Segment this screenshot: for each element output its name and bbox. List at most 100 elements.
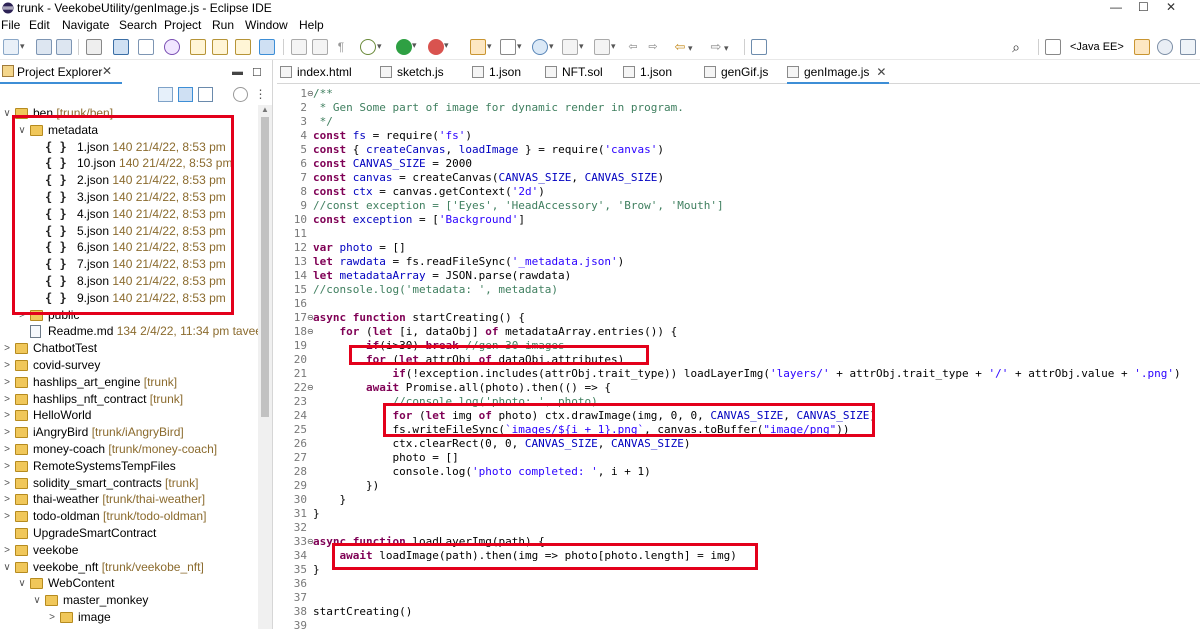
editor-tab[interactable]: 1.json [472, 60, 532, 84]
debug-run-icon[interactable] [360, 39, 382, 55]
expand-icon[interactable]: > [47, 609, 57, 626]
code-line[interactable]: const { createCanvas, loadImage } = requ… [313, 143, 664, 157]
collapse-icon[interactable]: ∨ [17, 575, 27, 592]
next-annotation-icon[interactable] [562, 39, 584, 55]
editor-tab[interactable]: genImage.js ✕ [787, 60, 889, 84]
tree-item[interactable]: > RemoteSystemsTempFiles [0, 458, 258, 475]
expand-icon[interactable]: > [2, 458, 12, 475]
server-icon[interactable] [164, 39, 180, 55]
expand-icon[interactable]: > [2, 508, 12, 525]
expand-icon[interactable]: > [2, 391, 12, 408]
git-icon[interactable] [1157, 39, 1173, 55]
menu-help[interactable]: Help [299, 17, 324, 33]
close-window-button[interactable]: ✕ [1166, 0, 1176, 14]
collapse-all-icon[interactable] [158, 87, 173, 102]
open-type-icon[interactable] [190, 39, 206, 55]
last-edit-icon[interactable]: ⇦ [625, 39, 641, 55]
view-menu-icon[interactable]: ⋮ [253, 87, 268, 102]
forward-icon[interactable]: ⇨ [708, 39, 729, 56]
tree-item[interactable]: ∨ master_monkey [0, 592, 258, 609]
pilcrow-icon[interactable]: ¶ [333, 39, 349, 55]
menu-search[interactable]: Search [119, 17, 157, 33]
new-icon[interactable] [3, 39, 25, 55]
expand-icon[interactable]: > [2, 491, 12, 508]
block-select-icon[interactable] [291, 39, 307, 55]
prev-annotation-icon[interactable] [594, 39, 616, 55]
expand-icon[interactable]: > [2, 407, 12, 424]
save-all-icon[interactable] [56, 39, 72, 55]
expand-icon[interactable]: > [2, 441, 12, 458]
focus-icon[interactable] [233, 87, 248, 102]
menu-navigate[interactable]: Navigate [62, 17, 109, 33]
open-folder-icon[interactable] [470, 39, 492, 55]
code-line[interactable]: /** [313, 87, 333, 101]
code-line[interactable]: const fs = require('fs') [313, 129, 472, 143]
minimize-view-icon[interactable]: ▬ [232, 66, 243, 78]
expand-icon[interactable]: > [2, 542, 12, 559]
editor-tab[interactable]: NFT.sol [545, 60, 611, 84]
tree-item[interactable]: > hashlips_art_engine [trunk] [0, 374, 258, 391]
expand-icon[interactable]: > [2, 475, 12, 492]
java-ee-icon[interactable] [1134, 39, 1150, 55]
link-editor-icon[interactable] [178, 87, 193, 102]
tree-item[interactable]: > todo-oldman [trunk/todo-oldman] [0, 508, 258, 525]
tree-item[interactable]: Readme.md 134 2/4/22, 11:34 pm tavee.m [0, 323, 258, 340]
explorer-scrollbar[interactable]: ▲ [258, 105, 272, 629]
external-tools-icon[interactable] [428, 39, 449, 55]
new-class-icon[interactable] [212, 39, 228, 55]
tree-item[interactable]: > HelloWorld [0, 407, 258, 424]
tree-item[interactable]: ∨ veekobe_nft [trunk/veekobe_nft] [0, 559, 258, 576]
perspective-label[interactable]: <Java EE> [1070, 39, 1124, 55]
collapse-icon[interactable]: ∨ [32, 592, 42, 609]
code-line[interactable]: let rawdata = fs.readFileSync('_metadata… [313, 255, 624, 269]
expand-icon[interactable]: > [2, 357, 12, 374]
tree-item[interactable]: > covid-survey [0, 357, 258, 374]
code-line[interactable]: } [313, 507, 320, 521]
save-icon[interactable] [36, 39, 52, 55]
build-icon[interactable] [86, 39, 102, 55]
code-line[interactable]: //const exception = ['Eyes', 'HeadAccess… [313, 199, 724, 213]
code-line[interactable]: if(!exception.includes(attrObj.trait_typ… [313, 367, 1180, 381]
scroll-up-icon[interactable]: ▲ [261, 105, 269, 114]
scrollbar-thumb[interactable] [261, 117, 269, 417]
maximize-view-icon[interactable]: ☐ [252, 66, 262, 79]
collapse-icon[interactable]: ∨ [2, 559, 12, 576]
editor-tab[interactable]: sketch.js [380, 60, 460, 84]
editor-tab[interactable]: genGif.js [704, 60, 776, 84]
run-icon[interactable] [396, 39, 417, 55]
code-line[interactable]: ctx.clearRect(0, 0, CANVAS_SIZE, CANVAS_… [313, 437, 690, 451]
pen-icon[interactable] [500, 39, 522, 55]
tree-item[interactable]: > solidity_smart_contracts [trunk] [0, 475, 258, 492]
tab-project-explorer[interactable]: Project Explorer ✕ [0, 60, 122, 84]
code-line[interactable]: console.log('photo completed: ', i + 1) [313, 465, 650, 479]
code-line[interactable]: const ctx = canvas.getContext('2d') [313, 185, 545, 199]
tree-item[interactable]: UpgradeSmartContract [0, 525, 258, 542]
expand-icon[interactable]: > [2, 374, 12, 391]
code-line[interactable]: async function startCreating() { [313, 311, 525, 325]
whitespace-icon[interactable] [312, 39, 328, 55]
tree-item[interactable]: > iAngryBird [trunk/iAngryBird] [0, 424, 258, 441]
maximize-button[interactable]: ☐ [1138, 0, 1149, 14]
tree-item[interactable]: ∨ WebContent [0, 575, 258, 592]
minimize-button[interactable]: — [1110, 0, 1122, 14]
code-line[interactable]: startCreating() [313, 605, 412, 619]
tree-item[interactable]: > hashlips_nft_contract [trunk] [0, 391, 258, 408]
menu-project[interactable]: Project [164, 17, 201, 33]
code-line[interactable]: } [313, 493, 346, 507]
code-line[interactable]: const canvas = createCanvas(CANVAS_SIZE,… [313, 171, 664, 185]
tree-item[interactable]: > image [0, 609, 258, 626]
menu-run[interactable]: Run [212, 17, 234, 33]
debug-icon[interactable] [138, 39, 154, 55]
terminal-icon[interactable] [113, 39, 129, 55]
pin-icon[interactable] [751, 39, 767, 55]
debug-perspective-icon[interactable] [1180, 39, 1196, 55]
code-line[interactable]: } [313, 563, 320, 577]
code-line[interactable]: const exception = ['Background'] [313, 213, 525, 227]
code-line[interactable]: */ [313, 115, 333, 129]
expand-icon[interactable]: > [2, 424, 12, 441]
editor-tab[interactable]: index.html [280, 60, 368, 84]
expand-icon[interactable]: > [2, 340, 12, 357]
tree-item[interactable]: > money-coach [trunk/money-coach] [0, 441, 258, 458]
back-icon[interactable]: ⇦ [672, 39, 693, 56]
code-line[interactable]: var photo = [] [313, 241, 406, 255]
